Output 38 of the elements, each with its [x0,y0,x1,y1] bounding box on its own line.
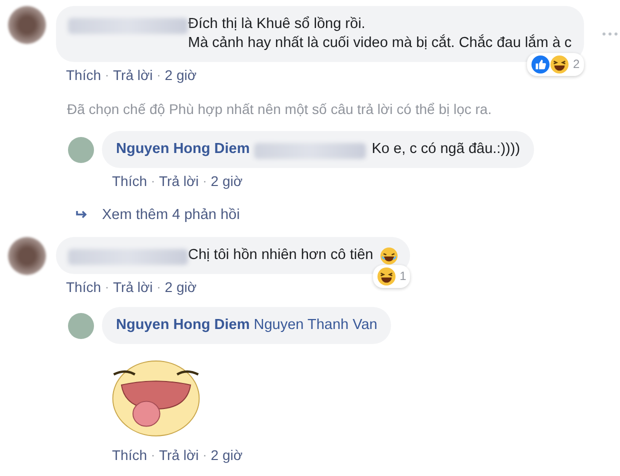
author-name[interactable]: Nguyen Hong Diem [116,140,250,159]
action-link[interactable]: Trả lời [113,67,153,83]
more-options-icon[interactable] [602,32,618,36]
laughing-emoji-icon [376,267,396,286]
timestamp-link[interactable]: 2 giờ [164,67,197,83]
separator-dot: · [105,68,110,82]
action-link[interactable]: Thích [112,173,148,189]
action-link[interactable]: Thích [66,67,102,83]
thumbs-up-icon [530,55,550,74]
separator-dot: · [156,280,161,294]
separator-dot: · [105,280,110,294]
filter-notice: Đã chọn chế độ Phù hợp nhất nên một số câu trả lời có thể bị lọc ra. [67,101,493,117]
comment-text: Đích thị là Khuê sổ lồng rồi. [188,15,366,34]
reaction-count: 1 [400,268,406,285]
timestamp-link[interactable]: 2 giờ [210,173,243,189]
laughing-emoji-icon [550,55,569,74]
view-more-replies-link[interactable]: Xem thêm 4 phản hồi [102,207,240,223]
timestamp-link[interactable]: 2 giờ [164,279,197,295]
action-link[interactable]: Trả lời [159,447,199,463]
separator-dot: · [151,448,156,462]
separator-dot: · [151,174,156,188]
reaction-count: 2 [572,56,580,73]
avatar[interactable] [8,6,46,44]
author-name[interactable]: Nguyen Hong Diem [116,316,250,335]
action-link[interactable]: Thích [112,447,148,463]
comment-text: Mà cảnh hay nhất là cuối video mà bị cắt. Chắc đau lắm à c [188,34,572,53]
reply-text: Ko e, c có ngã đâu.:)))) [372,140,520,159]
mention-name[interactable]: Nguyen Thanh Van [254,316,378,335]
action-link[interactable]: Trả lời [159,173,199,189]
separator-dot: · [202,448,207,462]
avatar[interactable] [8,237,46,275]
action-link[interactable]: Thích [66,279,102,295]
timestamp-link[interactable]: 2 giờ [210,447,243,463]
comment-text: Chị tôi hồn nhiên hơn cô tiên [188,246,374,265]
reply-arrow-icon [76,210,88,220]
separator-dot: · [156,68,161,82]
separator-dot: · [202,174,207,188]
action-link[interactable]: Trả lời [113,279,153,295]
